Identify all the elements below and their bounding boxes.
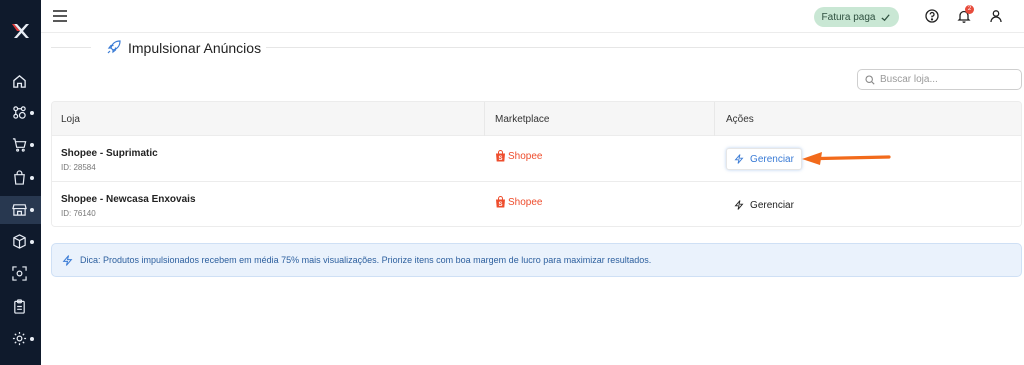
invoice-status-label: Fatura paga (821, 11, 876, 23)
store-name: Shopee - Suprimatic (61, 148, 158, 159)
tip-banner: Dica: Produtos impulsionados recebem em … (51, 243, 1022, 277)
store-id: ID: 76140 (61, 209, 96, 218)
sidebar-item-settings[interactable] (0, 325, 41, 353)
scan-icon (12, 266, 27, 281)
sidebar-item-box[interactable] (0, 228, 41, 256)
sidebar (0, 0, 41, 365)
sidebar-item-home[interactable] (0, 68, 41, 96)
clipboard-icon (14, 299, 25, 314)
box-icon (13, 234, 26, 249)
home-icon (13, 75, 26, 88)
manage-button[interactable]: Gerenciar (726, 148, 802, 170)
search-icon (865, 74, 875, 85)
integrations-icon (13, 106, 26, 119)
shopee-bag-icon: S (496, 150, 505, 162)
annotation-arrow-icon (802, 152, 891, 165)
lightning-icon (734, 200, 744, 210)
invoice-status-badge[interactable]: Fatura paga (814, 7, 899, 27)
sidebar-item-store[interactable] (0, 196, 41, 224)
manage-button-label: Gerenciar (750, 153, 794, 165)
top-bar: Fatura paga 2 (41, 0, 1024, 33)
check-icon (881, 13, 891, 21)
sidebar-item-integrations[interactable] (0, 99, 41, 127)
sidebar-item-scan[interactable] (0, 260, 41, 288)
tip-text: Dica: Produtos impulsionados recebem em … (80, 255, 652, 265)
divider (266, 47, 1024, 48)
cart-icon (12, 138, 27, 152)
table-row: Shopee - Newcasa Enxovais ID: 76140 S Sh… (52, 182, 1021, 226)
x-logo-icon[interactable] (12, 23, 30, 39)
divider (51, 47, 91, 48)
page-title: Impulsionar Anúncios (128, 40, 262, 56)
search-input[interactable] (880, 74, 1010, 85)
lightning-icon (734, 154, 744, 164)
sidebar-item-cart[interactable] (0, 131, 41, 159)
help-icon[interactable] (925, 9, 939, 23)
page-header: Impulsionar Anúncios (41, 33, 1024, 68)
bag-icon (14, 170, 25, 185)
notification-badge: 2 (965, 5, 974, 14)
svg-text:S: S (498, 202, 502, 208)
marketplace-shopee: S Shopee (495, 196, 542, 208)
column-header-store: Loja (61, 114, 80, 125)
store-icon (12, 204, 27, 216)
marketplace-label: Shopee (508, 196, 543, 208)
column-header-actions: Ações (726, 114, 754, 125)
sidebar-item-clipboard[interactable] (0, 293, 41, 321)
user-icon[interactable] (989, 9, 1003, 23)
marketplace-label: Shopee (508, 150, 543, 162)
sidebar-item-bag[interactable] (0, 164, 41, 192)
table-header: Loja Marketplace Ações (52, 102, 1021, 136)
column-header-marketplace: Marketplace (495, 114, 550, 125)
lightning-icon (62, 254, 73, 266)
rocket-icon (107, 40, 121, 54)
store-name: Shopee - Newcasa Enxovais (61, 194, 196, 205)
search-box[interactable] (857, 69, 1022, 90)
svg-text:S: S (498, 156, 502, 162)
shopee-bag-icon: S (496, 196, 505, 208)
manage-button[interactable]: Gerenciar (726, 194, 802, 216)
marketplace-shopee: S Shopee (495, 150, 542, 162)
menu-icon[interactable] (53, 10, 67, 22)
manage-button-label: Gerenciar (750, 199, 794, 211)
store-id: ID: 28584 (61, 163, 96, 172)
gear-icon (12, 331, 27, 346)
